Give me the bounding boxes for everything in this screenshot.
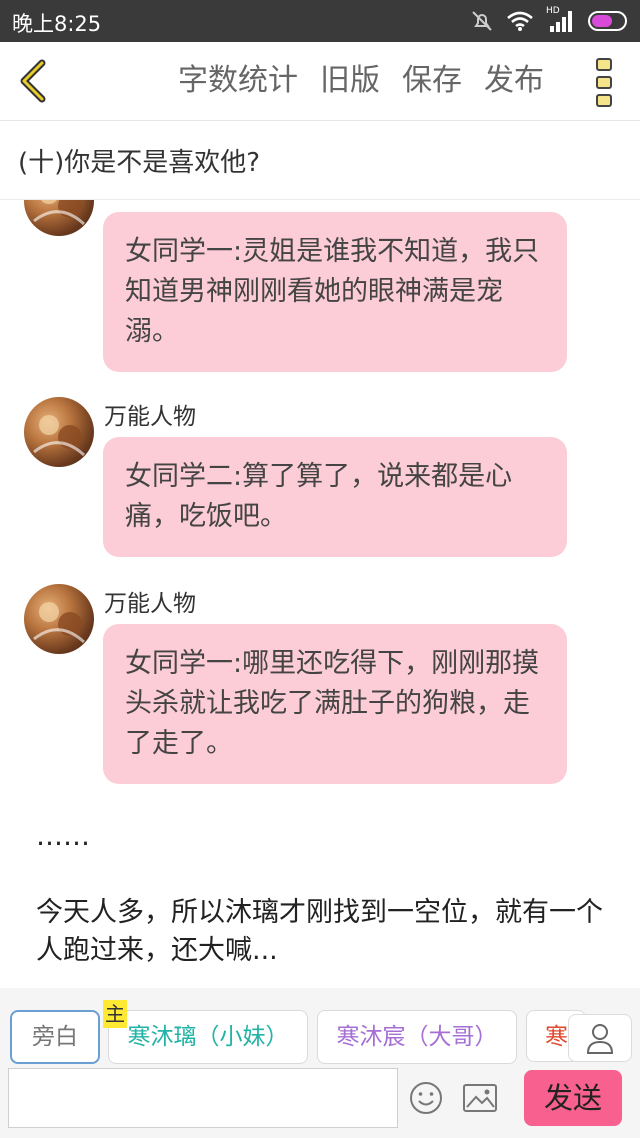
- input-bar: 发送: [0, 1066, 640, 1138]
- emoji-button[interactable]: [408, 1080, 444, 1116]
- more-vertical-icon: [596, 58, 612, 107]
- role-narrator[interactable]: 旁白: [10, 1010, 100, 1064]
- role-character[interactable]: 寒沐璃（小妹）: [108, 1010, 308, 1064]
- avatar[interactable]: [24, 397, 94, 467]
- message-bubble: 女同学一:灵姐是谁我不知道，我只知道男神刚刚看她的眼神满是宠溺。: [103, 212, 567, 372]
- image-button[interactable]: [462, 1082, 498, 1114]
- image-icon: [463, 1084, 497, 1112]
- sender-name: 万能人物: [104, 591, 196, 617]
- message-input[interactable]: [8, 1068, 398, 1128]
- old-version-button[interactable]: 旧版: [320, 62, 380, 100]
- status-time: 晚上8:25: [12, 12, 102, 36]
- chat-message: 万能人物 女同学二:算了算了，说来都是心痛，吃饭吧。: [0, 395, 640, 565]
- status-bar: 晚上8:25 HD: [0, 0, 640, 42]
- person-icon: [586, 1024, 614, 1054]
- role-label: 寒沐宸（大哥）: [336, 1024, 498, 1050]
- publish-button[interactable]: 发布: [484, 62, 544, 100]
- chapter-title[interactable]: (十)你是不是喜欢他?: [18, 142, 260, 179]
- back-button[interactable]: [14, 57, 54, 105]
- main-role-badge: 主: [103, 1000, 127, 1028]
- chat-message: 万能人物 女同学一:哪里还吃得下，刚刚那摸头杀就让我吃了满肚子的狗粮，走了走了。: [0, 582, 640, 792]
- network-type-label: HD: [546, 6, 560, 16]
- avatar[interactable]: [24, 584, 94, 654]
- narration-text: ……: [36, 821, 90, 852]
- narration-text: 今天人多，所以沐璃才刚找到一空位，就有一个人跑过来，还大喊...: [36, 897, 603, 966]
- wifi-icon: [507, 11, 533, 31]
- chat-message: 女同学一:灵姐是谁我不知道，我只知道男神刚刚看她的眼神满是宠溺。: [0, 200, 640, 374]
- message-bubble: 女同学一:哪里还吃得下，刚刚那摸头杀就让我吃了满肚子的狗粮，走了走了。: [103, 624, 567, 784]
- signal-icon: HD: [546, 6, 576, 34]
- chapter-header: (十)你是不是喜欢他?: [0, 121, 640, 200]
- avatar[interactable]: [24, 200, 94, 236]
- more-button[interactable]: [594, 56, 614, 108]
- role-bar: 旁白 寒沐璃（小妹） 主 寒沐宸（大哥） 寒: [0, 988, 640, 1066]
- role-label: 旁白: [32, 1024, 78, 1050]
- save-button[interactable]: 保存: [402, 62, 462, 100]
- mute-icon: [472, 11, 492, 31]
- chevron-left-icon: [20, 59, 46, 103]
- status-icons: HD: [470, 6, 630, 34]
- emoji-icon: [410, 1082, 442, 1114]
- send-button[interactable]: 发送: [524, 1070, 622, 1126]
- nav-actions: 字数统计 旧版 保存 发布: [178, 62, 544, 100]
- role-character[interactable]: 寒沐宸（大哥）: [317, 1010, 517, 1064]
- top-nav: 字数统计 旧版 保存 发布: [0, 42, 640, 121]
- word-count-button[interactable]: 字数统计: [178, 62, 298, 100]
- battery-icon: [588, 11, 627, 31]
- role-label: 寒: [545, 1024, 568, 1050]
- message-bubble: 女同学二:算了算了，说来都是心痛，吃饭吧。: [103, 437, 567, 557]
- add-role-button[interactable]: [568, 1014, 632, 1062]
- role-label: 寒沐璃（小妹）: [127, 1024, 289, 1050]
- sender-name: 万能人物: [104, 404, 196, 430]
- chat-area[interactable]: 女同学一:灵姐是谁我不知道，我只知道男神刚刚看她的眼神满是宠溺。 万能人物 女同…: [0, 200, 640, 988]
